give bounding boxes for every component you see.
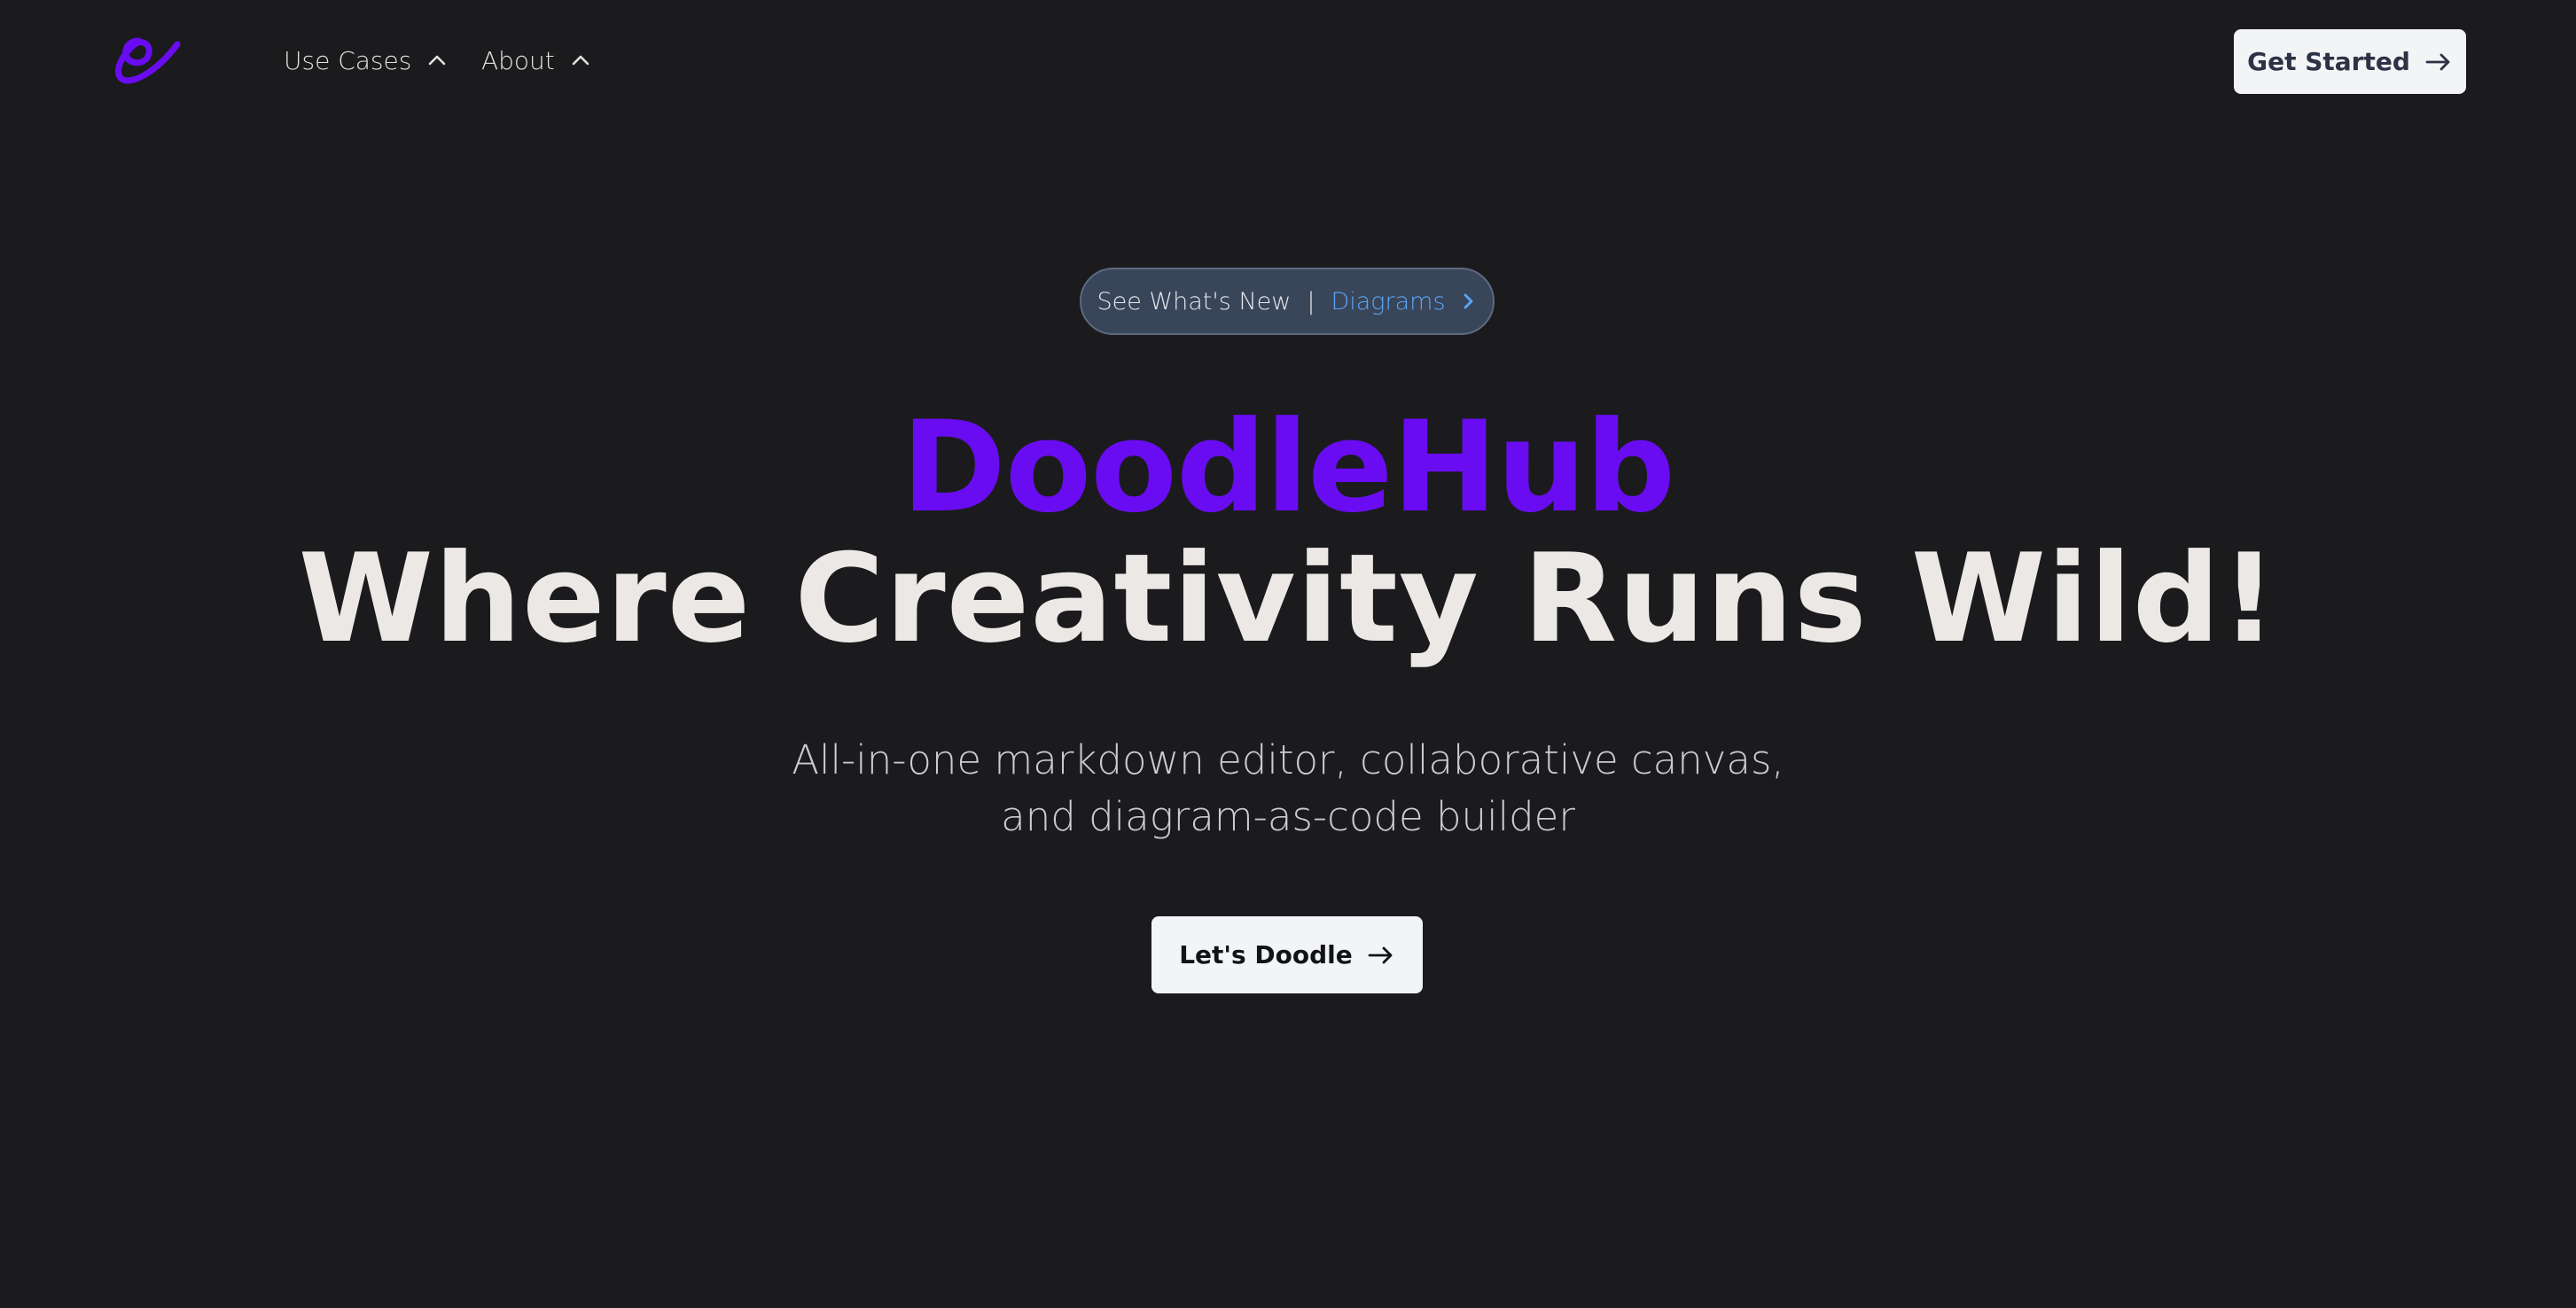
logo[interactable] <box>112 34 181 89</box>
nav-use-cases-label: Use Cases <box>284 45 412 75</box>
hero-subtitle: All-in-one markdown editor, collaborativ… <box>0 732 2576 845</box>
announcement-separator: | <box>1307 287 1315 315</box>
nav-use-cases[interactable]: Use Cases <box>284 39 449 82</box>
landing-page: Use Cases About Get Started See What's N… <box>0 0 2576 1308</box>
arrow-right-icon <box>1367 945 1395 966</box>
lets-doodle-label: Let's Doodle <box>1179 940 1353 969</box>
announcement-prefix: See What's New <box>1097 287 1292 315</box>
get-started-label: Get Started <box>2247 47 2410 76</box>
hero-headline: Where Creativity Runs Wild! <box>298 527 2278 670</box>
lets-doodle-button[interactable]: Let's Doodle <box>1151 916 1423 993</box>
brand-title: DoodleHub <box>901 394 1675 541</box>
top-navbar: Use Cases About Get Started <box>0 0 2576 124</box>
chevron-right-icon <box>1458 292 1478 311</box>
arrow-right-icon <box>2424 51 2453 73</box>
nav-about-label: About <box>481 45 555 75</box>
announcement-link-label: Diagrams <box>1331 287 1446 315</box>
chevron-up-icon <box>425 49 449 72</box>
hero-subtitle-line-2: and diagram-as-code builder <box>1001 793 1575 840</box>
get-started-button[interactable]: Get Started <box>2234 29 2466 94</box>
chevron-up-icon <box>569 49 592 72</box>
doodlehub-squiggle-logo-icon <box>114 37 181 84</box>
hero-subtitle-line-1: All-in-one markdown editor, collaborativ… <box>792 736 1784 783</box>
nav-about[interactable]: About <box>481 39 592 82</box>
announcement-pill[interactable]: See What's New | Diagrams <box>1080 268 1495 335</box>
